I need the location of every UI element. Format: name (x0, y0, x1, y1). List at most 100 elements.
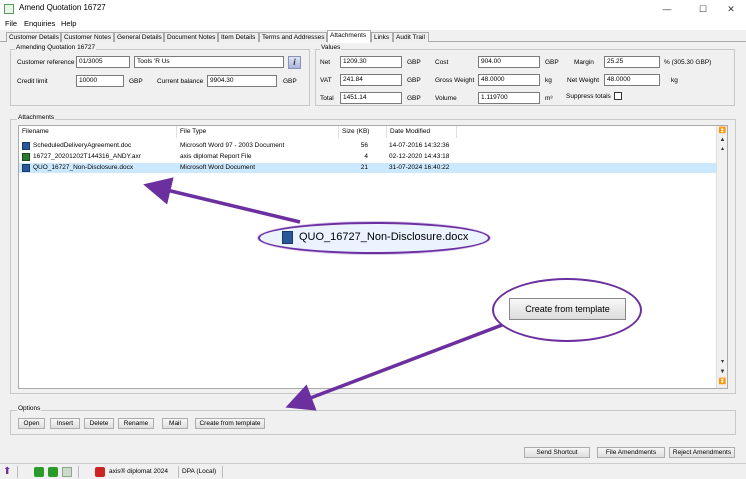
credit-limit-field[interactable]: 10000 (76, 75, 124, 87)
vat-currency: GBP (407, 77, 421, 84)
axis-logo-icon (95, 467, 105, 477)
maximize-button[interactable]: ☐ (688, 0, 718, 18)
net-label: Net (320, 59, 331, 66)
customer-reference-label: Customer reference (17, 59, 75, 66)
column-header-size[interactable]: Size (KB) (339, 126, 387, 138)
column-header-file-type[interactable]: File Type (177, 126, 339, 138)
credit-limit-label: Credit limit (17, 78, 48, 85)
minimize-button[interactable]: — (652, 0, 682, 18)
column-header-date-modified[interactable]: Date Modified (387, 126, 457, 138)
scroll-up-icon[interactable]: ▴ (718, 145, 727, 153)
tab-customer-details[interactable]: Customer Details (6, 32, 61, 42)
total-label: Total (320, 95, 334, 102)
tab-attachments[interactable]: Attachments (327, 30, 371, 43)
info-button[interactable]: i (288, 56, 301, 69)
up-arrow-icon[interactable]: ⬆ (3, 466, 11, 478)
volume-label: Volume (435, 95, 457, 102)
filename-cell: ScheduledDeliveryAgreement.doc (33, 142, 132, 149)
rename-button[interactable]: Rename (118, 418, 154, 429)
margin-field[interactable]: 25.25 (604, 56, 660, 68)
current-balance-label: Current balance (157, 78, 204, 85)
total-currency: GBP (407, 95, 421, 102)
scroll-page-up-icon[interactable]: ▲ (718, 136, 727, 144)
menu-enquiries[interactable]: Enquiries (24, 19, 55, 28)
tab-customer-notes[interactable]: Customer Notes (61, 32, 114, 42)
create-from-template-button[interactable]: Create from template (195, 418, 265, 429)
vat-field[interactable]: 241.84 (340, 74, 402, 86)
menu-help[interactable]: Help (61, 19, 76, 28)
size-cell: 56 (360, 142, 368, 149)
customer-name-field[interactable]: Tools 'R Us (134, 56, 284, 68)
scroll-down-icon[interactable]: ▾ (718, 358, 727, 366)
insert-button[interactable]: Insert (50, 418, 80, 429)
app-icon (4, 4, 14, 14)
sync-icon[interactable] (48, 467, 58, 477)
selected-file-callout: QUO_16727_Non-Disclosure.docx (258, 222, 490, 254)
tab-document-notes[interactable]: Document Notes (164, 32, 218, 42)
scroll-page-down-icon[interactable]: ▼ (718, 368, 727, 376)
reject-amendments-button[interactable]: Reject Amendments (669, 447, 735, 458)
window-title: Amend Quotation 16727 (19, 3, 106, 12)
tab-terms-and-addresses[interactable]: Terms and Addresses (259, 32, 327, 42)
gross-weight-field[interactable]: 48.0000 (478, 74, 540, 86)
table-row[interactable]: ScheduledDeliveryAgreement.doc Microsoft… (19, 141, 717, 151)
credit-currency: GBP (129, 78, 143, 85)
date-cell: 02-12-2020 14:43:18 (389, 153, 450, 160)
customer-reference-field[interactable]: 01/3005 (76, 56, 130, 68)
amending-legend: Amending Quotation 16727 (15, 44, 97, 51)
status-database: DPA (Local) (182, 468, 217, 475)
table-row[interactable]: 16727_20201202T144316_ANDY.axr axis dipl… (19, 152, 717, 162)
file-amendments-button[interactable]: File Amendments (597, 447, 665, 458)
status-app: axis® diplomat 2024 (109, 468, 168, 475)
callout-filename: QUO_16727_Non-Disclosure.docx (299, 231, 469, 243)
current-balance-field[interactable]: 9904.30 (207, 75, 277, 87)
vat-label: VAT (320, 77, 332, 84)
open-button[interactable]: Open (18, 418, 45, 429)
scroll-top-icon[interactable]: ⏫ (718, 127, 727, 135)
callout-create-from-template: Create from template (509, 298, 626, 320)
total-field[interactable]: 1451.14 (340, 92, 402, 104)
size-cell: 4 (364, 153, 368, 160)
tab-item-details[interactable]: Item Details (218, 32, 259, 42)
tab-links[interactable]: Links (371, 32, 393, 42)
size-cell: 21 (360, 164, 368, 171)
filename-cell: 16727_20201202T144316_ANDY.axr (33, 153, 141, 160)
cost-field[interactable]: 904.00 (478, 56, 540, 68)
volume-field[interactable]: 1.119700 (478, 92, 540, 104)
volume-unit: m³ (545, 95, 553, 102)
date-cell: 14-07-2016 14:32:36 (389, 142, 450, 149)
attachments-list[interactable]: Filename File Type Size (KB) Date Modifi… (18, 125, 728, 389)
menu-file[interactable]: File (5, 19, 17, 28)
word-icon (282, 231, 293, 244)
suppress-totals-checkbox[interactable] (614, 92, 622, 100)
suppress-totals-label: Suppress totals (566, 93, 611, 100)
word-icon (22, 142, 30, 150)
refresh-icon[interactable] (34, 467, 44, 477)
send-shortcut-button[interactable]: Send Shortcut (524, 447, 590, 458)
file-type-cell: Microsoft Word Document (180, 164, 256, 171)
status-divider (222, 466, 223, 478)
tab-general-details[interactable]: General Details (114, 32, 164, 42)
close-button[interactable]: ✕ (716, 0, 746, 18)
tab-audit-trail[interactable]: Audit Trail (393, 32, 429, 42)
column-header-filename[interactable]: Filename (19, 126, 177, 138)
gross-weight-unit: kg (545, 77, 552, 84)
net-weight-field[interactable]: 48.0000 (604, 74, 660, 86)
net-field[interactable]: 1209.30 (340, 56, 402, 68)
file-type-cell: Microsoft Word 97 - 2003 Document (180, 142, 285, 149)
delete-button[interactable]: Delete (84, 418, 114, 429)
net-currency: GBP (407, 59, 421, 66)
values-legend: Values (320, 44, 342, 51)
net-weight-label: Net Weight (567, 77, 600, 84)
net-weight-unit: kg (671, 77, 678, 84)
options-legend: Options (17, 405, 42, 412)
scroll-bottom-icon[interactable]: ⏬ (718, 378, 727, 386)
attachments-legend: Attachments (17, 114, 56, 121)
vertical-scrollbar[interactable]: ⏫ ▲ ▴ ▾ ▼ ⏬ (716, 126, 727, 388)
table-row-selected[interactable]: QUO_16727_Non-Disclosure.docx Microsoft … (19, 163, 717, 173)
mail-button[interactable]: Mail (162, 418, 188, 429)
status-divider (78, 466, 79, 478)
menu-bar: File Enquiries Help (0, 18, 746, 30)
balance-currency: GBP (283, 78, 297, 85)
checklist-icon[interactable] (62, 467, 72, 477)
